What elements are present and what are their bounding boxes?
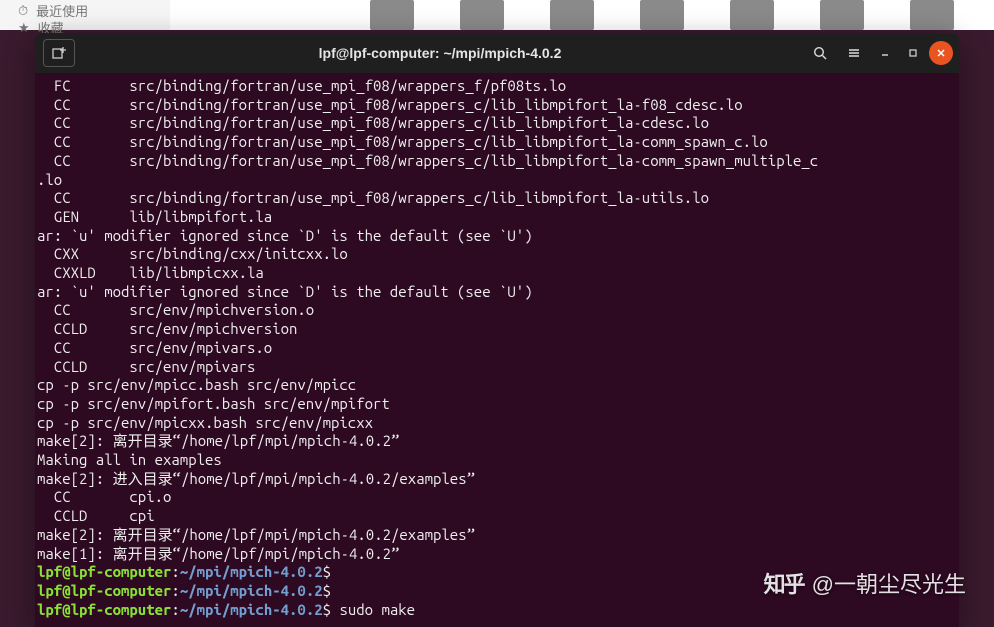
prompt-path: ~/mpi/mpich-4.0.2 (180, 601, 323, 618)
prompt-path: ~/mpi/mpich-4.0.2 (180, 582, 323, 599)
output-line: CC cpi.o (37, 488, 171, 505)
output-line: CC src/binding/fortran/use_mpi_f08/wrapp… (37, 96, 743, 113)
output-line: CC src/env/mpivars.o (37, 339, 272, 356)
output-line: GEN lib/libmpifort.la (37, 208, 272, 225)
minimize-icon (880, 48, 890, 58)
prompt-user-host: lpf@lpf-computer (37, 601, 171, 618)
output-line: FC src/binding/fortran/use_mpi_f08/wrapp… (37, 77, 566, 94)
menu-button[interactable] (839, 39, 869, 67)
prompt-sep: : (171, 582, 179, 599)
output-line: CC src/binding/fortran/use_mpi_f08/wrapp… (37, 133, 768, 150)
prompt-user-host: lpf@lpf-computer (37, 582, 171, 599)
output-line: CC src/binding/fortran/use_mpi_f08/wrapp… (37, 189, 709, 206)
zhihu-logo: 知乎 (764, 567, 804, 599)
output-line: ar: `u' modifier ignored since `D' is th… (37, 227, 533, 244)
watermark-author: @一朝尘尽光生 (812, 567, 966, 599)
prompt-path: ~/mpi/mpich-4.0.2 (180, 563, 323, 580)
prompt-sep: : (171, 563, 179, 580)
filemanager-sidebar: ⏱最近使用 ★收藏 (0, 0, 170, 30)
output-line: CXX src/binding/cxx/initcxx.lo (37, 245, 348, 262)
prompt-sigil: $ (323, 582, 331, 599)
watermark: 知乎 @一朝尘尽光生 (764, 567, 966, 599)
terminal-window: lpf@lpf-computer: ~/mpi/mpich-4.0.2 FC s… (35, 33, 959, 627)
output-line: CXXLD lib/libmpicxx.la (37, 264, 264, 281)
new-tab-icon (52, 46, 66, 60)
output-line: make[1]: 离开目录“/home/lpf/mpi/mpich-4.0.2” (37, 545, 399, 562)
search-icon (813, 46, 827, 60)
folder-icon (910, 0, 954, 30)
filemanager-grid (170, 0, 994, 30)
search-button[interactable] (805, 39, 835, 67)
command-input[interactable]: sudo make (339, 601, 415, 618)
prompt-user-host: lpf@lpf-computer (37, 563, 171, 580)
output-line: CC src/binding/fortran/use_mpi_f08/wrapp… (37, 114, 709, 131)
maximize-button[interactable] (901, 41, 925, 65)
folder-icon (550, 0, 594, 30)
prompt-sep: : (171, 601, 179, 618)
titlebar: lpf@lpf-computer: ~/mpi/mpich-4.0.2 (35, 33, 959, 73)
close-icon (936, 48, 946, 58)
menu-icon (847, 46, 861, 60)
output-line: CCLD src/env/mpichversion (37, 320, 297, 337)
folder-icon (370, 0, 414, 30)
minimize-button[interactable] (873, 41, 897, 65)
output-line: ar: `u' modifier ignored since `D' is th… (37, 283, 533, 300)
output-line: make[2]: 离开目录“/home/lpf/mpi/mpich-4.0.2/… (37, 526, 475, 543)
folder-icon (730, 0, 774, 30)
folder-icon (460, 0, 504, 30)
output-line: CC src/env/mpichversion.o (37, 301, 314, 318)
new-tab-button[interactable] (43, 39, 75, 67)
output-line: .lo (37, 171, 62, 188)
prompt-sigil: $ (323, 563, 331, 580)
prompt-sigil: $ (323, 601, 331, 618)
output-line: make[2]: 离开目录“/home/lpf/mpi/mpich-4.0.2” (37, 432, 399, 449)
output-line: Making all in examples (37, 451, 222, 468)
output-line: CC src/binding/fortran/use_mpi_f08/wrapp… (37, 152, 818, 169)
folder-icon (640, 0, 684, 30)
folder-icon (820, 0, 864, 30)
output-line: cp -p src/env/mpicxx.bash src/env/mpicxx (37, 414, 373, 431)
close-button[interactable] (929, 41, 953, 65)
output-line: make[2]: 进入目录“/home/lpf/mpi/mpich-4.0.2/… (37, 470, 475, 487)
output-line: CCLD cpi (37, 507, 155, 524)
output-line: CCLD src/env/mpivars (37, 358, 255, 375)
terminal-body[interactable]: FC src/binding/fortran/use_mpi_f08/wrapp… (35, 73, 959, 627)
output-line: cp -p src/env/mpifort.bash src/env/mpifo… (37, 395, 390, 412)
window-title: lpf@lpf-computer: ~/mpi/mpich-4.0.2 (79, 45, 801, 61)
maximize-icon (908, 48, 918, 58)
output-line: cp -p src/env/mpicc.bash src/env/mpicc (37, 376, 356, 393)
